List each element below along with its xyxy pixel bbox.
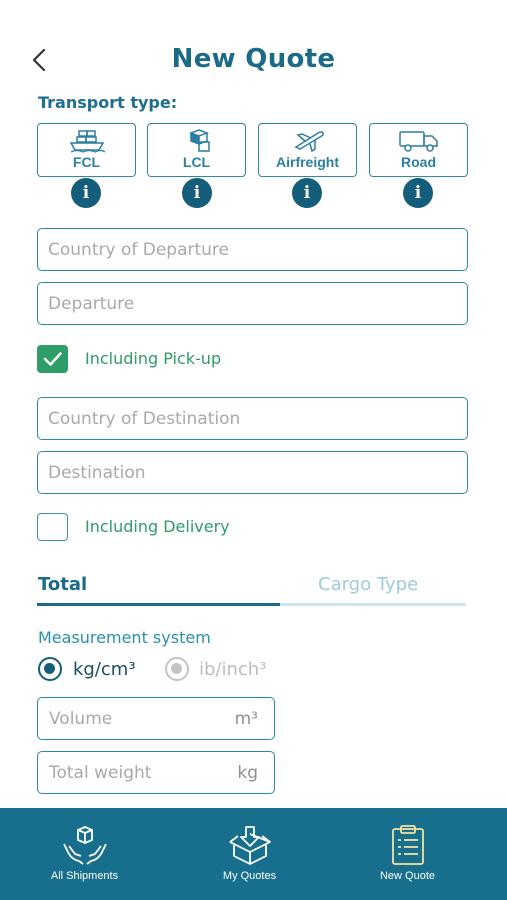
hands-box-icon (62, 826, 107, 865)
ship-icon (69, 130, 105, 153)
nav-new-quote-label: New Quote (379, 870, 436, 882)
pickup-checkbox[interactable] (37, 345, 68, 373)
radio-dot (171, 663, 182, 674)
info-icon-lcl[interactable]: i (182, 178, 212, 208)
radio-imperial-label[interactable]: ib/inch³ (199, 659, 266, 680)
measurement-system-label: Measurement system (38, 628, 211, 647)
checkmark-icon (43, 352, 62, 366)
tab-active-indicator (37, 603, 280, 606)
volume-unit: m³ (234, 709, 258, 729)
destination-field[interactable] (37, 451, 468, 494)
departure-field[interactable] (37, 282, 468, 325)
info-icon-fcl[interactable]: i (71, 178, 101, 208)
transport-option-airfreight[interactable]: Airfreight (258, 123, 357, 177)
info-icon-road[interactable]: i (403, 178, 433, 208)
transport-label-fcl: FCL (72, 154, 101, 170)
airplane-icon (293, 131, 324, 153)
nav-all-shipments-label: All Shipments (50, 870, 119, 882)
country-destination-field[interactable] (37, 397, 468, 440)
info-icon-airfreight[interactable]: i (292, 178, 322, 208)
pickup-label: Including Pick-up (85, 349, 222, 368)
tab-total[interactable]: Total (38, 574, 87, 595)
transport-type-label: Transport type: (38, 93, 178, 112)
open-box-icon (228, 826, 271, 865)
transport-label-lcl: LCL (182, 154, 211, 170)
page-title: New Quote (171, 44, 336, 74)
delivery-checkbox[interactable] (37, 513, 68, 541)
weight-placeholder: Total weight (49, 763, 152, 783)
truck-icon (398, 131, 438, 152)
departure-input[interactable] (38, 283, 467, 324)
destination-input[interactable] (38, 452, 467, 493)
transport-option-lcl[interactable]: LCL (147, 123, 246, 177)
transport-option-road[interactable]: Road (369, 123, 468, 177)
transport-option-fcl[interactable]: FCL (37, 123, 136, 177)
weight-field[interactable]: Total weight kg (37, 751, 275, 794)
nav-my-quotes-label: My Quotes (222, 870, 277, 882)
boxes-icon (188, 129, 210, 152)
tab-cargo-type[interactable]: Cargo Type (318, 574, 418, 595)
delivery-label: Including Delivery (85, 517, 230, 536)
country-destination-input[interactable] (38, 398, 467, 439)
weight-unit: kg (237, 763, 258, 783)
volume-placeholder: Volume (49, 709, 113, 729)
bottom-nav: All Shipments My Quotes New Quote (0, 808, 507, 900)
transport-label-road: Road (401, 154, 436, 170)
clipboard-icon (391, 825, 424, 865)
radio-imperial[interactable] (165, 657, 189, 681)
country-departure-field[interactable] (37, 228, 468, 271)
radio-dot (44, 663, 55, 674)
transport-label-airfreight: Airfreight (276, 154, 339, 170)
radio-metric[interactable] (38, 657, 62, 681)
radio-metric-label[interactable]: kg/cm³ (73, 659, 136, 680)
nav-all-shipments[interactable]: All Shipments (0, 808, 169, 900)
volume-field[interactable]: Volume m³ (37, 697, 275, 740)
nav-new-quote[interactable]: New Quote (323, 808, 492, 900)
nav-my-quotes[interactable]: My Quotes (165, 808, 334, 900)
country-departure-input[interactable] (38, 229, 467, 270)
